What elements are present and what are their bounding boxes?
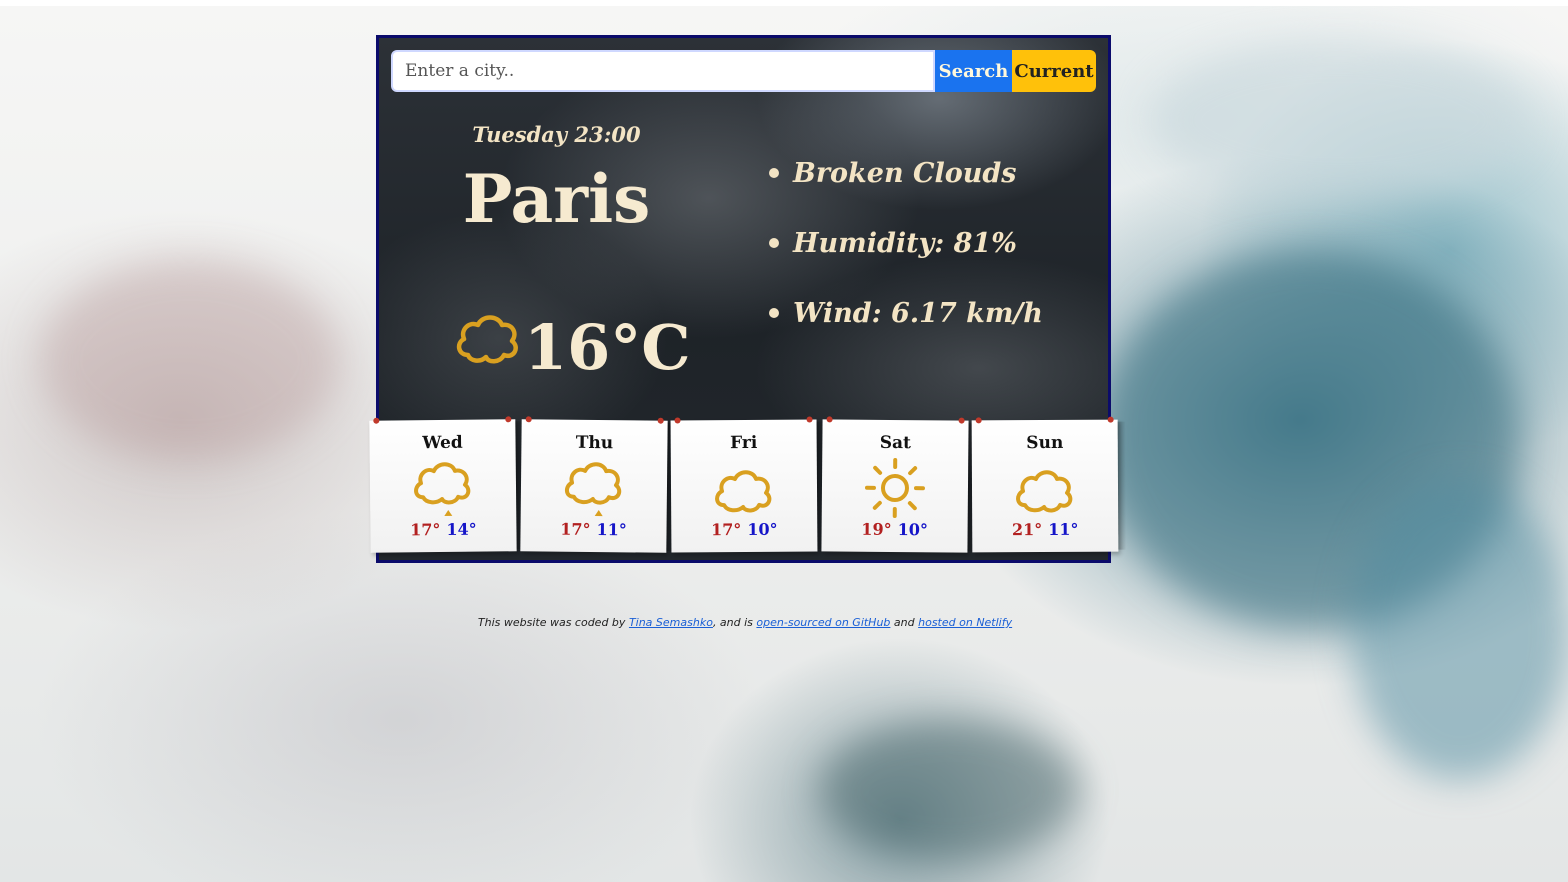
current-temperature-block: 16°C [454,293,691,384]
forecast-temps: 21° 11° [972,520,1118,540]
current-temperature: 16°C [524,311,691,384]
footer-text: , and is [712,616,753,629]
bullet [769,238,779,248]
netlify-link[interactable]: hosted on Netlify [918,616,1012,629]
wind-text: Wind: 6.17 km/h [793,297,1043,329]
pin-icon [806,416,813,423]
bullet [769,168,779,178]
forecast-row: Wed 17°14° Thu 17°11° Fri 17°10° Sat [368,416,1120,556]
pin-icon [657,417,664,424]
forecast-min-temp: 11° [1048,519,1079,539]
pin-icon [373,417,380,424]
footer-text: This website was coded by [477,616,626,629]
weather-details-list: Broken Clouds Humidity: 81% Wind: 6.17 k… [769,138,1043,348]
footer: This website was coded by Tina Semashko,… [0,616,1490,629]
forecast-day: Wed [422,432,463,454]
wind-speed: Wind: 6.17 km/h [769,278,1043,348]
cloud-icon [456,314,518,363]
city-name: Paris [462,160,651,238]
description-text: Broken Clouds [793,157,1017,189]
forecast-day: Thu [575,432,614,454]
forecast-temps: 17° 14° [370,519,516,540]
pin-icon [826,416,833,423]
pin-icon [958,417,965,424]
cloud-icon [715,470,772,513]
forecast-max-temp: 17° [560,519,591,539]
forecast-max-temp: 21° [1011,520,1043,540]
forecast-temps: 19° 10° [822,519,968,540]
cloud-icon [1016,470,1073,513]
forecast-card-sun: Sun 21° 11° [971,416,1119,553]
pin-icon [525,416,532,423]
pin-icon [674,417,681,424]
forecast-min-temp: 10° [747,519,778,539]
current-day-time: Tuesday 23:00 [472,122,641,147]
weather-description: Broken Clouds [769,138,1043,208]
search-form: Search Current [391,50,1097,92]
forecast-day: Sat [879,432,912,454]
footer-text: and [893,616,915,629]
humidity: Humidity: 81% [769,208,1043,278]
forecast-max-temp: 17° [410,520,441,540]
pin-icon [975,417,982,424]
forecast-card-fri: Fri 17° 10° [670,416,818,553]
forecast-card-sat: Sat 19° 10° [821,416,969,553]
pin-icon [1107,416,1114,423]
author-link[interactable]: Tina Semashko [629,616,713,629]
forecast-max-temp: 19° [861,519,892,539]
cloud-rain-icon [414,462,471,516]
forecast-card-thu: Thu 17° 11° [520,416,668,553]
forecast-min-temp: 11° [596,520,627,540]
cloud-rain-icon [564,462,622,517]
sun-icon [864,458,925,518]
humidity-text: Humidity: 81% [793,227,1017,259]
forecast-min-temp: 10° [897,520,928,540]
forecast-temps: 17° 11° [520,519,666,540]
forecast-card-wed: Wed 17° 14° [369,416,517,553]
forecast-min-temp: 14° [446,519,477,539]
github-link[interactable]: open-sourced on GitHub [756,616,890,629]
pin-icon [505,416,512,423]
forecast-temps: 17° 10° [671,519,817,539]
top-strip [0,0,1568,6]
forecast-max-temp: 17° [710,520,742,540]
forecast-day: Fri [730,432,758,454]
bullet [769,308,779,318]
current-location-button[interactable]: Current [1012,50,1096,92]
city-search-input[interactable] [391,50,935,92]
search-button[interactable]: Search [935,50,1012,92]
forecast-day: Sun [1026,432,1064,454]
